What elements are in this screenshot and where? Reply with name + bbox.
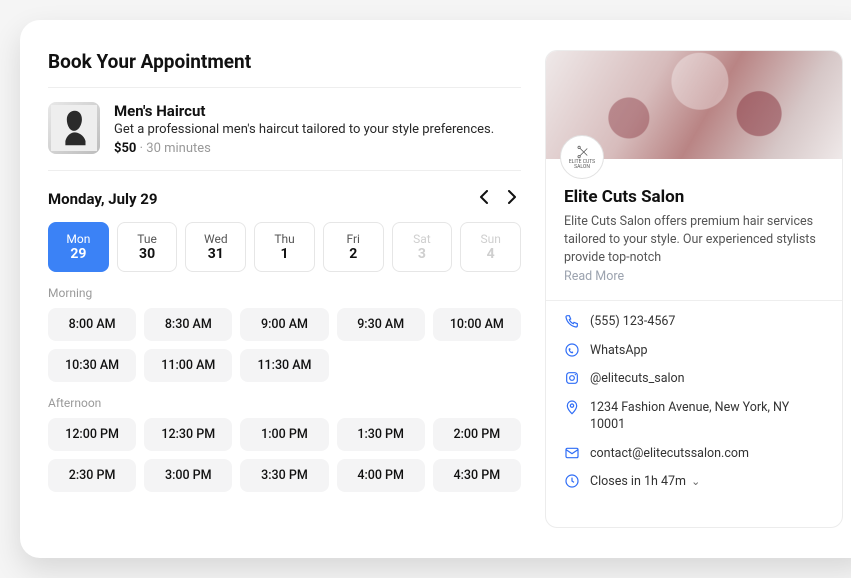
week-nav	[475, 187, 521, 210]
day-cell[interactable]: Fri2	[323, 222, 384, 272]
phone-text: (555) 123-4567	[590, 313, 675, 331]
time-slot[interactable]: 12:00 PM	[48, 418, 136, 451]
day-number: 1	[280, 246, 288, 262]
business-logo: ELITE CUTS SALON	[560, 135, 604, 179]
person-silhouette-icon	[51, 105, 97, 151]
contact-whatsapp[interactable]: WhatsApp	[564, 342, 824, 360]
booking-card: Book Your Appointment Men's Haircut Get …	[20, 20, 851, 558]
contact-instagram[interactable]: @elitecuts_salon	[564, 370, 824, 388]
day-number: 31	[208, 246, 224, 262]
day-number: 4	[487, 246, 495, 262]
selected-date-label: Monday, July 29	[48, 190, 158, 208]
time-slot[interactable]: 9:00 AM	[240, 308, 328, 341]
business-name: Elite Cuts Salon	[564, 187, 824, 207]
day-of-week: Fri	[347, 232, 360, 246]
day-number: 2	[349, 246, 357, 262]
chevron-right-icon	[507, 190, 517, 204]
time-slot[interactable]: 9:30 AM	[337, 308, 425, 341]
day-cell[interactable]: Thu1	[254, 222, 315, 272]
service-name: Men's Haircut	[114, 102, 521, 120]
time-slot[interactable]: 10:00 AM	[433, 308, 521, 341]
time-slot[interactable]: 3:30 PM	[240, 459, 328, 492]
time-slot[interactable]: 2:30 PM	[48, 459, 136, 492]
time-slot[interactable]: 12:30 PM	[144, 418, 232, 451]
hours-value: Closes in 1h 47m	[590, 474, 686, 489]
instagram-icon	[564, 370, 580, 386]
afternoon-slots: 12:00 PM12:30 PM1:00 PM 1:30 PM2:00 PM 2:3…	[48, 418, 521, 492]
contact-phone[interactable]: (555) 123-4567	[564, 313, 824, 331]
time-slot[interactable]: 8:00 AM	[48, 308, 136, 341]
time-slot[interactable]: 1:30 PM	[337, 418, 425, 451]
time-slot[interactable]: 1:00 PM	[240, 418, 328, 451]
day-cell: Sat3	[392, 222, 453, 272]
contact-hours[interactable]: Closes in 1h 47m ⌄	[564, 473, 824, 491]
address-text: 1234 Fashion Avenue, New York, NY 10001	[590, 399, 824, 434]
day-of-week: Thu	[274, 232, 294, 246]
clock-icon	[564, 473, 580, 489]
prev-week-button[interactable]	[475, 187, 493, 210]
business-contacts: (555) 123-4567 WhatsApp @elitecuts_salon…	[546, 301, 842, 507]
afternoon-label: Afternoon	[48, 396, 521, 410]
contact-address[interactable]: 1234 Fashion Avenue, New York, NY 10001	[564, 399, 824, 434]
phone-icon	[564, 313, 580, 329]
day-of-week: Sat	[413, 232, 431, 246]
contact-email[interactable]: contact@elitecutssalon.com	[564, 445, 824, 463]
day-of-week: Sun	[480, 232, 500, 246]
read-more-link[interactable]: Read More	[564, 269, 824, 284]
day-cell[interactable]: Mon29	[48, 222, 109, 272]
service-meta: $50 · 30 minutes	[114, 141, 521, 156]
service-block: Men's Haircut Get a professional men's h…	[48, 88, 521, 171]
time-slot[interactable]: 2:00 PM	[433, 418, 521, 451]
booking-left-pane: Book Your Appointment Men's Haircut Get …	[48, 50, 521, 528]
page-title: Book Your Appointment	[48, 50, 521, 88]
service-body: Men's Haircut Get a professional men's h…	[114, 102, 521, 156]
day-number: 3	[418, 246, 426, 262]
day-of-week: Mon	[66, 232, 90, 246]
map-pin-icon	[564, 399, 580, 415]
day-number: 30	[139, 246, 155, 262]
day-cell: Sun4	[460, 222, 521, 272]
scissors-icon	[575, 145, 589, 159]
chevron-down-icon: ⌄	[691, 475, 700, 488]
chevron-left-icon	[479, 190, 489, 204]
next-week-button[interactable]	[503, 187, 521, 210]
whatsapp-icon	[564, 342, 580, 358]
morning-slots: 8:00 AM8:30 AM9:00 AM 9:30 AM10:00 AM 10:3…	[48, 308, 521, 382]
time-slot[interactable]: 11:00 AM	[144, 349, 232, 382]
time-slot[interactable]: 11:30 AM	[240, 349, 328, 382]
business-info: Elite Cuts Salon Elite Cuts Salon offers…	[546, 159, 842, 301]
instagram-text: @elitecuts_salon	[590, 370, 685, 388]
business-panel: ELITE CUTS SALON Elite Cuts Salon Elite …	[545, 50, 843, 528]
day-picker: Mon29Tue30Wed31Thu1Fri2Sat3Sun4	[48, 222, 521, 272]
service-price: $50	[114, 141, 136, 156]
date-row: Monday, July 29	[48, 187, 521, 210]
service-description: Get a professional men's haircut tailore…	[114, 122, 521, 137]
day-number: 29	[70, 246, 86, 262]
meta-separator: ·	[140, 141, 143, 156]
time-slot[interactable]: 3:00 PM	[144, 459, 232, 492]
logo-text: ELITE CUTS SALON	[569, 160, 595, 170]
service-avatar	[48, 102, 100, 154]
time-slot[interactable]: 10:30 AM	[48, 349, 136, 382]
business-description: Elite Cuts Salon offers premium hair ser…	[564, 213, 824, 267]
business-cover-image: ELITE CUTS SALON	[546, 51, 842, 159]
whatsapp-text: WhatsApp	[590, 342, 648, 360]
day-of-week: Wed	[204, 232, 228, 246]
time-slot[interactable]: 4:30 PM	[433, 459, 521, 492]
day-cell[interactable]: Tue30	[117, 222, 178, 272]
email-text: contact@elitecutssalon.com	[590, 445, 749, 463]
morning-label: Morning	[48, 286, 521, 300]
service-duration: 30 minutes	[146, 141, 211, 156]
day-of-week: Tue	[137, 232, 157, 246]
hours-text: Closes in 1h 47m ⌄	[590, 473, 700, 491]
time-slot[interactable]: 8:30 AM	[144, 308, 232, 341]
day-cell[interactable]: Wed31	[185, 222, 246, 272]
mail-icon	[564, 445, 580, 461]
time-slot[interactable]: 4:00 PM	[337, 459, 425, 492]
